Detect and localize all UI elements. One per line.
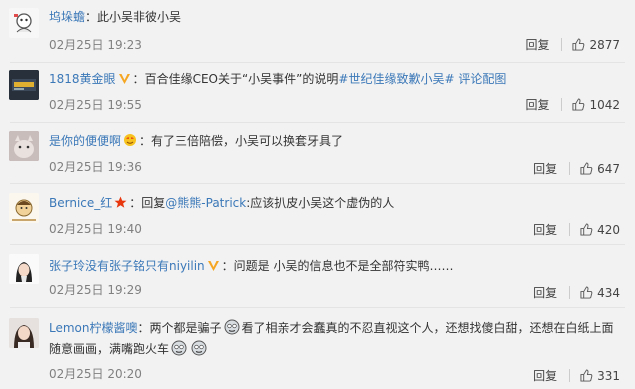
reply-button[interactable]: 回复 (525, 96, 549, 113)
thumbs-up-icon[interactable] (580, 162, 593, 175)
comment-actions: 回复 2877 (525, 36, 620, 53)
comment-text-cont: :应该扒皮小吴这个虚伪的人 (246, 196, 395, 210)
comment-actions: 回复 434 (533, 284, 620, 301)
comment-text: 回复 (141, 196, 166, 210)
reply-button[interactable]: 回复 (533, 221, 557, 238)
like-count: 2877 (589, 37, 620, 52)
timestamp: 02月25日 19:29 (49, 283, 142, 297)
thumbs-up-icon[interactable] (580, 223, 593, 236)
comment-text: 此小吴非彼小吴 (97, 10, 182, 24)
reply-button[interactable]: 回复 (533, 284, 557, 301)
timestamp: 02月25日 20:20 (49, 367, 142, 381)
comment-text-cont: 看了相亲才会蠢真的不忍直视这个人，还想找傻白甜，还想在白纸上面 (241, 321, 614, 335)
comment-body: 1818黄金眼 ：百合佳缘CEO关于“小吴事件”的说明#世纪佳缘致歉小吴# 评论配… (49, 70, 625, 88)
separator: ： (129, 196, 142, 210)
reply-button[interactable]: 回复 (525, 36, 549, 53)
action-divider (569, 369, 571, 382)
comment-actions: 回复 647 (533, 160, 620, 177)
comment-actions: 回复 331 (533, 367, 620, 384)
comment-body-line2: 随意画画，满嘴跑火车 (49, 340, 625, 358)
emoji-icon (224, 319, 240, 335)
star-badge-icon (114, 196, 127, 208)
reply-button[interactable]: 回复 (533, 367, 557, 384)
emoji-icon (191, 340, 207, 356)
avatar[interactable] (9, 131, 39, 161)
thumbs-up-icon[interactable] (572, 98, 585, 111)
image-link[interactable]: 评论配图 (458, 72, 506, 86)
separator: ： (221, 259, 234, 273)
separator: ： (132, 72, 145, 86)
username-link[interactable]: Bernice_红 (49, 196, 112, 210)
comment-item: 张子玲没有张子铭只有niyilin ：问题是 小吴的信息也不是全部符实鸭…… 02… (0, 245, 635, 307)
verified-v-icon (207, 261, 219, 271)
timestamp: 02月25日 19:23 (49, 38, 142, 52)
username-link[interactable]: Lemon柠檬酱噢 (49, 321, 138, 335)
thumbs-up-icon[interactable] (580, 369, 593, 382)
thumbs-up-icon[interactable] (572, 38, 585, 51)
separator: ： (137, 321, 150, 335)
comment-text: 百合佳缘CEO关于“小吴事件”的说明 (144, 72, 339, 86)
separator: ： (85, 10, 98, 24)
avatar[interactable] (9, 254, 39, 284)
comment-list: 坞垛蟾：此小吴非彼小吴 02月25日 19:23 回复 2877 1818黄金眼… (0, 0, 635, 389)
timestamp: 02月25日 19:55 (49, 98, 142, 112)
comment-item: 坞垛蟾：此小吴非彼小吴 02月25日 19:23 回复 2877 (0, 0, 635, 62)
verified-v-icon (118, 74, 130, 84)
comment-text: 两个都是骗子 (149, 321, 222, 335)
action-divider (561, 38, 563, 51)
username-link[interactable]: 坞垛蟾 (49, 10, 85, 24)
avatar[interactable] (9, 318, 39, 348)
avatar[interactable] (9, 193, 39, 223)
comment-body: 张子玲没有张子铭只有niyilin ：问题是 小吴的信息也不是全部符实鸭…… (49, 257, 625, 275)
comment-actions: 回复 1042 (525, 96, 620, 113)
reply-button[interactable]: 回复 (533, 160, 557, 177)
username-link[interactable]: 张子玲没有张子铭只有niyilin (49, 259, 205, 273)
action-divider (561, 98, 563, 111)
like-count: 434 (597, 285, 620, 300)
comment-item: 1818黄金眼 ：百合佳缘CEO关于“小吴事件”的说明#世纪佳缘致歉小吴# 评论配… (0, 63, 635, 122)
like-count: 1042 (589, 97, 620, 112)
comment-body: 坞垛蟾：此小吴非彼小吴 (49, 8, 625, 26)
comment-body: Bernice_红 ：回复@熊熊-Patrick:应该扒皮小吴这个虚伪的人 (49, 194, 625, 212)
hashtag-link[interactable]: #世纪佳缘致歉小吴# (338, 72, 454, 86)
timestamp: 02月25日 19:36 (49, 160, 142, 174)
action-divider (569, 286, 571, 299)
comment-body: Lemon柠檬酱噢：两个都是骗子 看了相亲才会蠢真的不忍直视这个人，还想找傻白甜，… (49, 319, 625, 337)
like-count: 647 (597, 161, 620, 176)
comment-item: Bernice_红 ：回复@熊熊-Patrick:应该扒皮小吴这个虚伪的人 02月… (0, 184, 635, 244)
emoji-icon (124, 134, 137, 146)
emoji-icon (171, 340, 187, 356)
comment-text-cont: 随意画画，满嘴跑火车 (49, 342, 170, 356)
like-count: 420 (597, 222, 620, 237)
username-link[interactable]: 是你的便便啊 (49, 134, 121, 148)
thumbs-up-icon[interactable] (580, 286, 593, 299)
separator: ： (139, 134, 152, 148)
action-divider (569, 223, 571, 236)
avatar[interactable] (9, 8, 39, 38)
action-divider (569, 162, 571, 175)
comment-text: 问题是 小吴的信息也不是全部符实鸭…… (233, 259, 454, 273)
timestamp: 02月25日 19:40 (49, 222, 142, 236)
comment-text: 有了三倍陪偿，小吴可以换套牙具了 (151, 134, 344, 148)
like-count: 331 (597, 368, 620, 383)
avatar[interactable] (9, 70, 39, 100)
comment-item: 是你的便便啊 ：有了三倍陪偿，小吴可以换套牙具了 02月25日 19:36 回复 … (0, 123, 635, 183)
mention-link[interactable]: @熊熊-Patrick (165, 196, 246, 210)
comment-body: 是你的便便啊 ：有了三倍陪偿，小吴可以换套牙具了 (49, 132, 625, 150)
username-link[interactable]: 1818黄金眼 (49, 72, 116, 86)
comment-item: Lemon柠檬酱噢：两个都是骗子 看了相亲才会蠢真的不忍直视这个人，还想找傻白甜，… (0, 308, 635, 389)
comment-actions: 回复 420 (533, 221, 620, 238)
